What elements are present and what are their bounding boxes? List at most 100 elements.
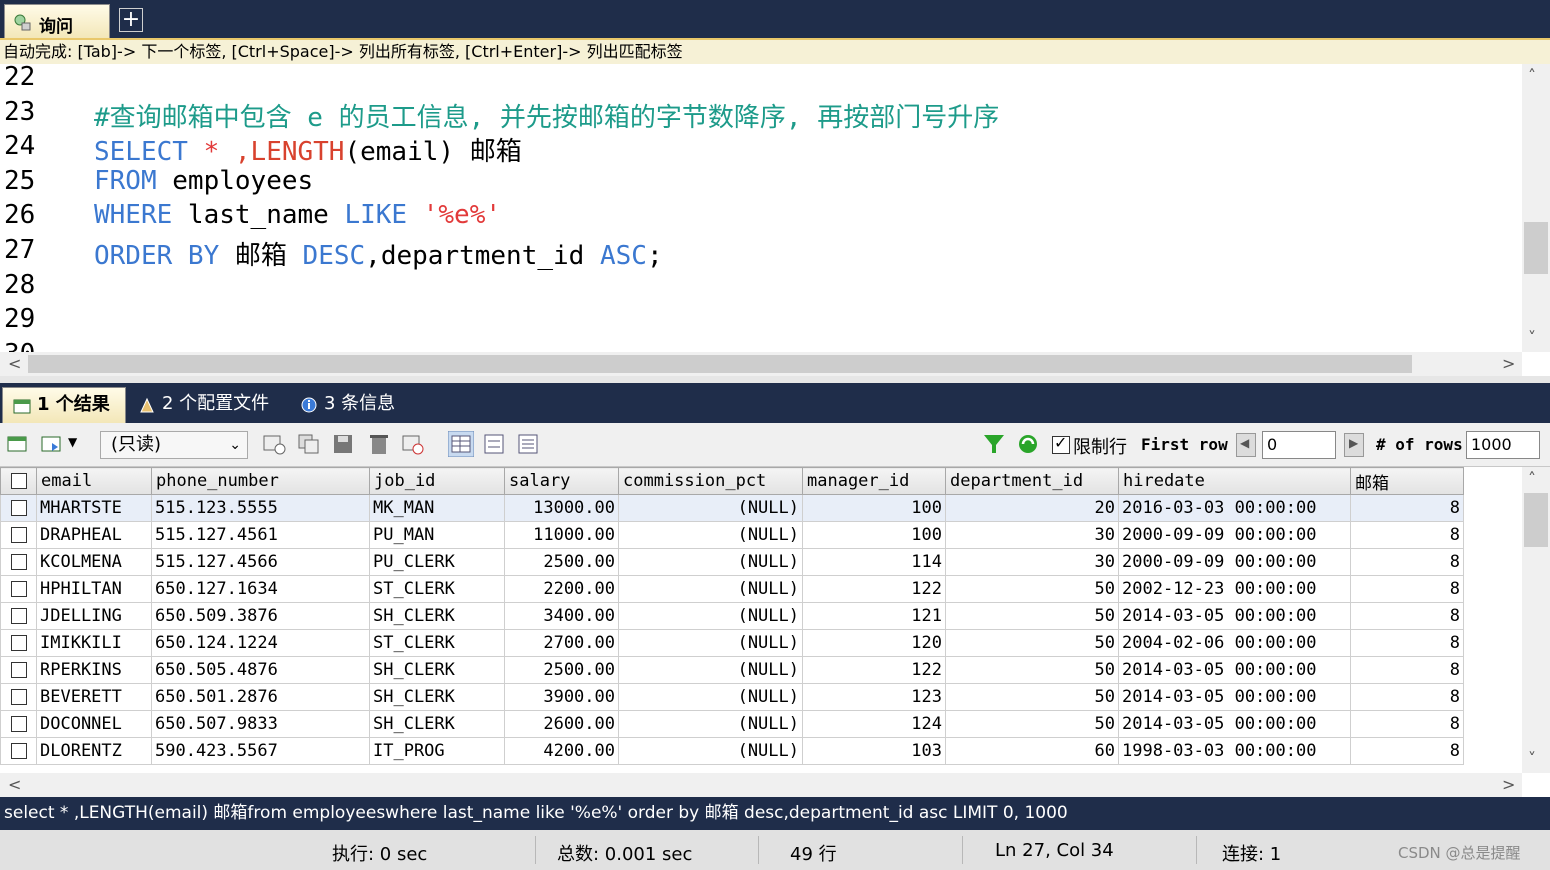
table-cell[interactable]: 8 <box>1350 548 1464 576</box>
row-checkbox[interactable] <box>0 737 37 765</box>
table-cell[interactable]: 1998-03-03 00:00:00 <box>1118 737 1351 765</box>
column-header[interactable]: job_id <box>369 467 505 495</box>
table-cell[interactable]: BEVERETT <box>36 683 152 711</box>
table-cell[interactable]: 8 <box>1350 737 1464 765</box>
table-cell[interactable]: 100 <box>802 521 946 549</box>
table-cell[interactable]: 50 <box>945 656 1119 684</box>
scroll-thumb[interactable] <box>28 355 1412 373</box>
table-cell[interactable]: 2000-09-09 00:00:00 <box>1118 521 1351 549</box>
table-cell[interactable]: 8 <box>1350 629 1464 657</box>
table-row[interactable]: DRAPHEAL 515.127.4561 PU_MAN 11000.00 (NULL)… <box>0 521 1464 549</box>
table-cell[interactable]: SH_CLERK <box>369 683 505 711</box>
column-header[interactable]: email <box>36 467 152 495</box>
table-cell[interactable]: 2004-02-06 00:00:00 <box>1118 629 1351 657</box>
table-cell[interactable]: 2600.00 <box>504 710 619 738</box>
table-cell[interactable]: 50 <box>945 629 1119 657</box>
table-cell[interactable]: IMIKKILI <box>36 629 152 657</box>
table-cell[interactable]: PU_CLERK <box>369 548 505 576</box>
table-row[interactable]: MHARTSTE 515.123.5555 MK_MAN 13000.00 (NULL)… <box>0 494 1464 522</box>
rows-input[interactable]: 1000 <box>1466 431 1540 459</box>
table-cell[interactable]: (NULL) <box>618 737 803 765</box>
table-cell[interactable]: 8 <box>1350 494 1464 522</box>
table-cell[interactable]: 8 <box>1350 602 1464 630</box>
table-cell[interactable]: 650.127.1634 <box>151 575 370 603</box>
scroll-thumb[interactable] <box>1524 222 1548 274</box>
grid-vertical-scrollbar[interactable]: ˄ ˅ <box>1522 467 1550 773</box>
table-cell[interactable]: HPHILTAN <box>36 575 152 603</box>
tab-profiles[interactable]: 2 个配置文件 <box>128 387 286 423</box>
table-cell[interactable]: 650.505.4876 <box>151 656 370 684</box>
table-cell[interactable]: (NULL) <box>618 656 803 684</box>
filter-icon[interactable] <box>982 433 1006 455</box>
table-cell[interactable]: 50 <box>945 575 1119 603</box>
table-cell[interactable]: 2200.00 <box>504 575 619 603</box>
table-cell[interactable]: 50 <box>945 602 1119 630</box>
result-grid[interactable]: email phone_number job_id salary commission_… <box>0 467 1522 773</box>
column-header[interactable]: department_id <box>945 467 1119 495</box>
table-cell[interactable]: 8 <box>1350 575 1464 603</box>
table-cell[interactable]: ST_CLERK <box>369 629 505 657</box>
table-cell[interactable]: DRAPHEAL <box>36 521 152 549</box>
table-cell[interactable]: 100 <box>802 494 946 522</box>
table-cell[interactable]: 13000.00 <box>504 494 619 522</box>
table-cell[interactable]: 30 <box>945 548 1119 576</box>
scroll-down-icon[interactable]: ˅ <box>1528 749 1536 768</box>
table-cell[interactable]: 30 <box>945 521 1119 549</box>
table-cell[interactable]: (NULL) <box>618 710 803 738</box>
table-cell[interactable]: DLORENTZ <box>36 737 152 765</box>
table-cell[interactable]: 515.123.5555 <box>151 494 370 522</box>
row-checkbox[interactable] <box>0 575 37 603</box>
scroll-up-icon[interactable]: ˄ <box>1528 66 1536 85</box>
table-cell[interactable]: PU_MAN <box>369 521 505 549</box>
table-cell[interactable]: 2700.00 <box>504 629 619 657</box>
table-cell[interactable]: 3400.00 <box>504 602 619 630</box>
table-cell[interactable]: 2000-09-09 00:00:00 <box>1118 548 1351 576</box>
insert-row-icon[interactable] <box>262 433 286 455</box>
table-cell[interactable]: 8 <box>1350 521 1464 549</box>
scroll-left-icon[interactable]: < <box>8 775 21 794</box>
table-cell[interactable]: 114 <box>802 548 946 576</box>
table-cell[interactable]: 124 <box>802 710 946 738</box>
table-cell[interactable]: 2014-03-05 00:00:00 <box>1118 656 1351 684</box>
prev-page-button[interactable]: ◀ <box>1236 433 1256 457</box>
table-cell[interactable]: 2500.00 <box>504 656 619 684</box>
column-header[interactable]: manager_id <box>802 467 946 495</box>
tab-messages[interactable]: 3 条信息 <box>290 387 408 423</box>
table-cell[interactable]: (NULL) <box>618 683 803 711</box>
table-cell[interactable]: 8 <box>1350 710 1464 738</box>
table-cell[interactable]: 50 <box>945 710 1119 738</box>
tab-query[interactable]: 询问 <box>4 4 110 38</box>
scroll-thumb[interactable] <box>1524 493 1548 547</box>
table-cell[interactable]: 122 <box>802 575 946 603</box>
editor-horizontal-scrollbar[interactable]: < > <box>0 352 1522 376</box>
table-cell[interactable]: (NULL) <box>618 521 803 549</box>
delete-icon[interactable] <box>367 433 391 455</box>
table-cell[interactable]: (NULL) <box>618 548 803 576</box>
tab-results[interactable]: 1 个结果 <box>2 387 126 423</box>
text-view-icon[interactable] <box>516 433 540 455</box>
table-cell[interactable]: 650.509.3876 <box>151 602 370 630</box>
table-cell[interactable]: 11000.00 <box>504 521 619 549</box>
table-cell[interactable]: MHARTSTE <box>36 494 152 522</box>
save-icon[interactable] <box>332 433 356 455</box>
scroll-right-icon[interactable]: > <box>1502 354 1515 373</box>
table-row[interactable]: JDELLING 650.509.3876 SH_CLERK 3400.00 (NULL… <box>0 602 1464 630</box>
splitter[interactable] <box>0 376 1550 383</box>
import-icon[interactable] <box>40 433 64 455</box>
table-cell[interactable]: 3900.00 <box>504 683 619 711</box>
table-cell[interactable]: 2016-03-03 00:00:00 <box>1118 494 1351 522</box>
scroll-left-icon[interactable]: < <box>8 354 21 373</box>
refresh-icon[interactable] <box>1016 433 1040 455</box>
row-checkbox[interactable] <box>0 710 37 738</box>
table-cell[interactable]: JDELLING <box>36 602 152 630</box>
column-header[interactable]: hiredate <box>1118 467 1351 495</box>
scroll-right-icon[interactable]: > <box>1502 775 1515 794</box>
table-cell[interactable]: (NULL) <box>618 494 803 522</box>
table-cell[interactable]: 8 <box>1350 656 1464 684</box>
table-cell[interactable]: 2002-12-23 00:00:00 <box>1118 575 1351 603</box>
table-cell[interactable]: 103 <box>802 737 946 765</box>
duplicate-row-icon[interactable] <box>297 433 321 455</box>
table-cell[interactable]: 2014-03-05 00:00:00 <box>1118 602 1351 630</box>
table-cell[interactable]: (NULL) <box>618 602 803 630</box>
editor-vertical-scrollbar[interactable]: ˄ ˅ <box>1522 64 1550 352</box>
